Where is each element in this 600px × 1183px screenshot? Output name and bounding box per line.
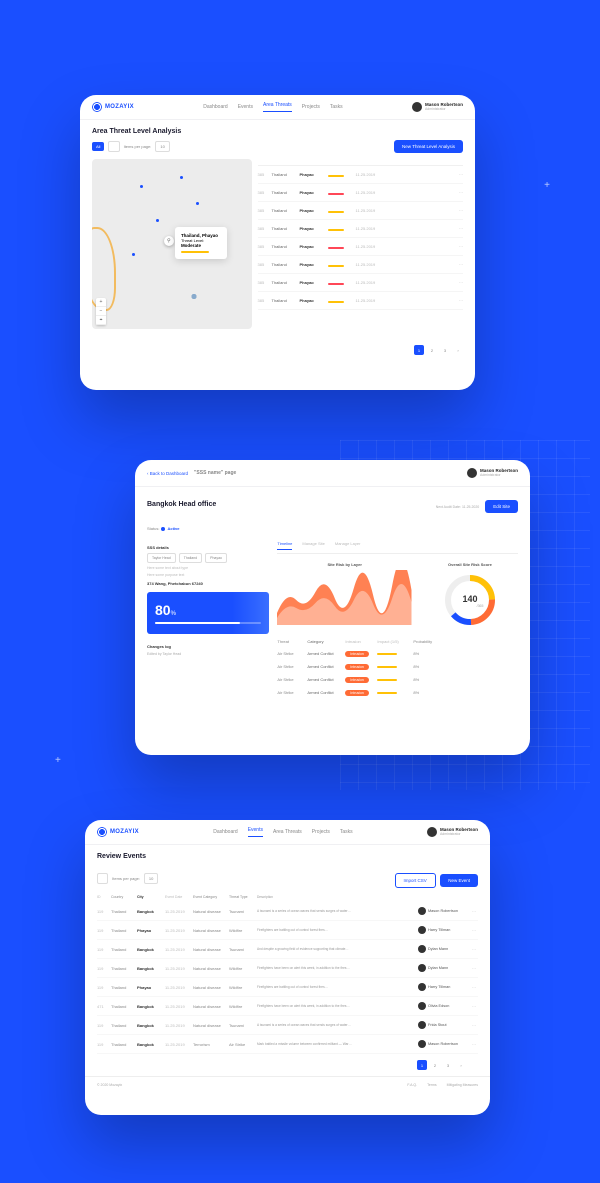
user-menu[interactable]: Mason RobertsonAdministrator bbox=[412, 102, 463, 112]
table-row: Air StrikeArmed ConflictIntrusion8% bbox=[277, 673, 518, 686]
tab-manage-site[interactable]: Manage Site bbox=[302, 541, 324, 550]
nav-tasks[interactable]: Tasks bbox=[330, 102, 343, 112]
back-link[interactable]: ‹ Back to Dashboard bbox=[147, 471, 188, 476]
table-row[interactable]: 385ThailandPhayao11.25.2019⋯ bbox=[258, 184, 463, 202]
table-row[interactable]: 119ThailandPhayao11.25.2019Natural disea… bbox=[97, 978, 478, 997]
card-review-events: MOZAYIX Dashboard Events Area Threats Pr… bbox=[85, 820, 490, 1115]
new-event-button[interactable]: New Event bbox=[440, 874, 478, 887]
import-csv-button[interactable]: Import CSV bbox=[395, 873, 436, 888]
table-row[interactable]: 119ThailandBangkok11.25.2019Natural dise… bbox=[97, 1016, 478, 1035]
nav-dashboard[interactable]: Dashboard bbox=[203, 102, 227, 112]
link-mitigating[interactable]: Mitigating Measures bbox=[447, 1083, 478, 1087]
filter-all[interactable]: All bbox=[92, 142, 104, 151]
table-row: Air StrikeArmed ConflictIntrusion8% bbox=[277, 647, 518, 660]
table-row[interactable]: 119ThailandPhayao11.25.2019Natural disea… bbox=[97, 921, 478, 940]
field-head[interactable]: Taylor Head bbox=[147, 553, 176, 563]
tab-manage-layer[interactable]: Manage Layer bbox=[335, 541, 361, 550]
user-menu[interactable]: Mason RobertsonAdministrator bbox=[467, 468, 518, 478]
table-row[interactable]: 471ThailandBangkok11.25.2019Natural dise… bbox=[97, 997, 478, 1016]
map-zoom[interactable]: +−⌖ bbox=[96, 298, 106, 325]
page-title: Review Events bbox=[97, 853, 146, 860]
map-tooltip: Thailand, Phayao Threat Level: Moderate bbox=[175, 227, 227, 259]
detail-tabs: Timeline Manage Site Manage Layer bbox=[277, 541, 518, 554]
table-row: Air StrikeArmed ConflictIntrusion8% bbox=[277, 660, 518, 673]
nav-projects[interactable]: Projects bbox=[312, 827, 330, 837]
edit-site-button[interactable]: Edit Site bbox=[485, 500, 518, 513]
field-country[interactable]: Thailand bbox=[179, 553, 202, 563]
threat-table: 385ThailandPhayao11.25.2019⋯385ThailandP… bbox=[258, 159, 463, 329]
site-title: Bangkok Head office bbox=[147, 501, 216, 508]
card-area-threat: MOZAYIX Dashboard Events Area Threats Pr… bbox=[80, 95, 475, 390]
nav: Dashboard Events Area Threats Projects T… bbox=[203, 102, 342, 112]
svg-text:/365: /365 bbox=[477, 604, 484, 608]
page-next[interactable]: › bbox=[453, 345, 463, 355]
nav-projects[interactable]: Projects bbox=[302, 102, 320, 112]
field-city[interactable]: Phayao bbox=[205, 553, 227, 563]
page-2[interactable]: 2 bbox=[427, 345, 437, 355]
nav-tasks[interactable]: Tasks bbox=[340, 827, 353, 837]
table-row[interactable]: 385ThailandPhayao11.25.2019⋯ bbox=[258, 202, 463, 220]
area-chart: Site Risk by Layer bbox=[277, 562, 412, 630]
table-row[interactable]: 119ThailandBangkok11.25.2019Natural dise… bbox=[97, 959, 478, 978]
nav-events[interactable]: Events bbox=[248, 827, 263, 837]
nav-events[interactable]: Events bbox=[238, 102, 253, 112]
avatar bbox=[412, 102, 422, 112]
ipp-select[interactable]: 10 bbox=[155, 141, 169, 152]
link-faq[interactable]: F.A.Q. bbox=[407, 1083, 417, 1087]
pagination: 1 2 3 › bbox=[97, 1054, 478, 1076]
ipp-select[interactable]: 10 bbox=[144, 873, 158, 884]
table-row[interactable]: 385ThailandPhayao11.25.2019⋯ bbox=[258, 220, 463, 238]
page-3[interactable]: 3 bbox=[440, 345, 450, 355]
link-terms[interactable]: Terms bbox=[427, 1083, 437, 1087]
pagination: 1 2 3 › bbox=[80, 339, 475, 361]
table-row[interactable]: 385ThailandPhayao11.25.2019⋯ bbox=[258, 292, 463, 310]
table-row[interactable]: 119ThailandBangkok11.25.2019Natural dise… bbox=[97, 902, 478, 921]
tab-timeline[interactable]: Timeline bbox=[277, 541, 292, 550]
table-row[interactable]: 385ThailandPhayao11.25.2019⋯ bbox=[258, 238, 463, 256]
logo[interactable]: MOZAYIX bbox=[92, 102, 134, 112]
card-site-detail: ‹ Back to Dashboard "SSS name" page Maso… bbox=[135, 460, 530, 755]
copyright: © 2020 Mozayix bbox=[97, 1083, 122, 1087]
table-row[interactable]: 119ThailandBangkok11.25.2019Natural dise… bbox=[97, 940, 478, 959]
map-pin-icon[interactable]: ⚲ bbox=[164, 236, 174, 246]
user-menu[interactable]: Mason RobertsonAdministrator bbox=[427, 827, 478, 837]
new-analysis-button[interactable]: New Threat Level Analysis bbox=[394, 140, 463, 153]
nav-dashboard[interactable]: Dashboard bbox=[213, 827, 237, 837]
svg-text:140: 140 bbox=[462, 594, 477, 604]
page-title: Area Threat Level Analysis bbox=[92, 128, 181, 135]
table-row[interactable]: 385ThailandPhayao11.25.2019⋯ bbox=[258, 166, 463, 184]
avatar bbox=[467, 468, 477, 478]
layer-table: ThreatCategoryIntrusionImpact (1/5)Proba… bbox=[277, 636, 518, 699]
table-row: Air StrikeArmed ConflictIntrusion8% bbox=[277, 686, 518, 699]
ring-chart: Overall Site Risk Score 140 /365 bbox=[422, 562, 518, 630]
page-1[interactable]: 1 bbox=[414, 345, 424, 355]
breadcrumb: "SSS name" page bbox=[194, 470, 236, 476]
status: Status:Active bbox=[147, 526, 179, 531]
logo-icon bbox=[92, 102, 102, 112]
map[interactable]: ⚲ Thailand, Phayao Threat Level: Moderat… bbox=[92, 159, 252, 329]
table-row[interactable]: 119ThailandBangkok11.25.2019TerrorismAir… bbox=[97, 1035, 478, 1054]
score-gauge: 80% bbox=[147, 592, 269, 634]
logo[interactable]: MOZAYIX bbox=[97, 827, 139, 837]
filter-chip[interactable] bbox=[108, 141, 119, 152]
table-row[interactable]: 385ThailandPhayao11.25.2019⋯ bbox=[258, 256, 463, 274]
table-row[interactable]: 385ThailandPhayao11.25.2019⋯ bbox=[258, 274, 463, 292]
nav-area-threats[interactable]: Area Threats bbox=[273, 827, 302, 837]
nav-area-threats[interactable]: Area Threats bbox=[263, 102, 292, 112]
